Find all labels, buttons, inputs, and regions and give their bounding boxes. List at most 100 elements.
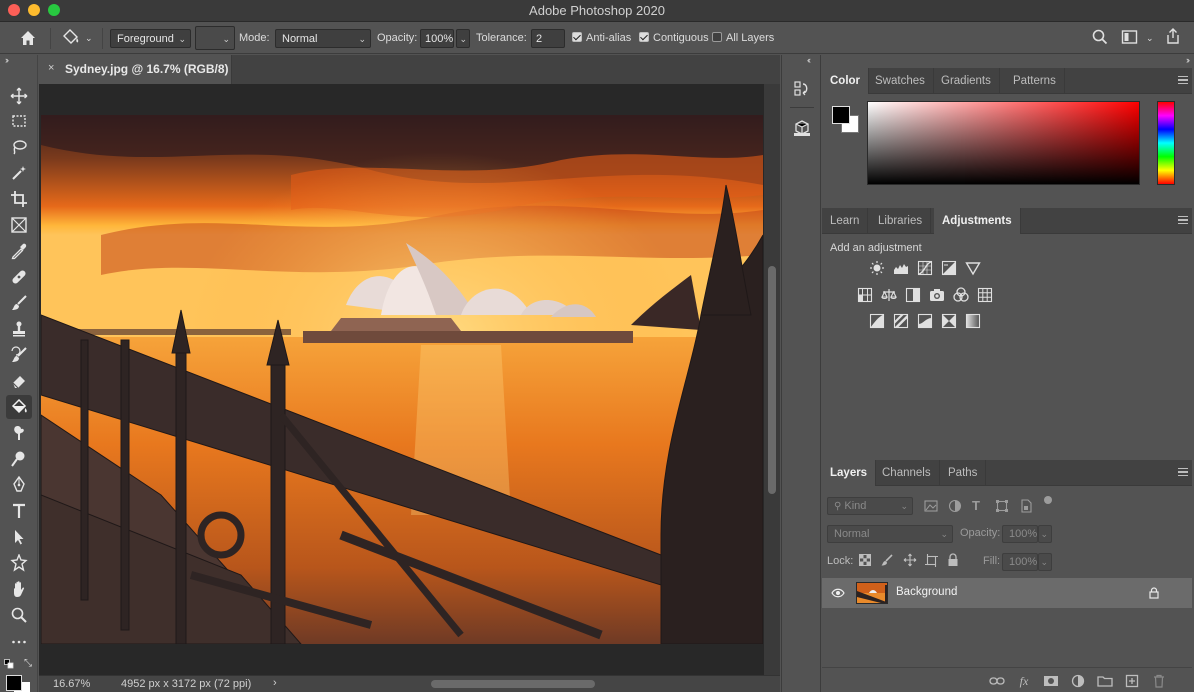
zoom-tool-icon[interactable] <box>6 603 32 627</box>
delete-layer-icon[interactable] <box>1151 673 1167 689</box>
mode-select[interactable]: Normal ⌄ <box>275 29 371 48</box>
custom-shape-tool-icon[interactable] <box>6 551 32 575</box>
opacity-input[interactable]: 100% <box>420 29 454 48</box>
curves-icon[interactable] <box>916 259 934 277</box>
home-icon[interactable] <box>18 28 38 47</box>
default-colors-icon[interactable] <box>4 659 14 669</box>
lock-transparent-icon[interactable] <box>859 554 871 569</box>
color-field[interactable] <box>867 101 1140 185</box>
more-tools-icon[interactable] <box>6 630 32 654</box>
zoom-level[interactable]: 16.67% <box>53 678 90 690</box>
foreground-color-swatch[interactable] <box>6 675 22 691</box>
contiguous-checkbox[interactable]: Contiguous <box>639 29 709 48</box>
hand-tool-icon[interactable] <box>6 577 32 601</box>
history-panel-icon[interactable] <box>790 77 814 101</box>
opacity-dropdown[interactable]: ⌄ <box>456 29 470 48</box>
healing-brush-tool-icon[interactable] <box>6 265 32 289</box>
panel-menu-icon[interactable] <box>1178 468 1188 476</box>
gradient-map-icon[interactable] <box>964 312 982 330</box>
color-panel-foreground-swatch[interactable] <box>832 106 850 124</box>
canvas-area[interactable] <box>39 84 764 675</box>
workspace-icon[interactable] <box>1121 29 1139 48</box>
tab-gradients[interactable]: Gradients <box>933 68 1000 94</box>
color-lookup-icon[interactable] <box>976 286 994 304</box>
color-balance-icon[interactable] <box>880 286 898 304</box>
layer-fill-input[interactable]: 100% <box>1002 553 1038 571</box>
layer-style-fx-icon[interactable]: fx <box>1016 673 1032 689</box>
tab-libraries[interactable]: Libraries <box>870 208 932 234</box>
photo-filter-icon[interactable] <box>928 286 946 304</box>
crop-tool-icon[interactable] <box>6 187 32 211</box>
lock-artboard-icon[interactable] <box>925 554 938 570</box>
properties-3d-icon[interactable] <box>790 116 814 140</box>
layer-opacity-dropdown[interactable]: ⌄ <box>1038 525 1052 543</box>
lock-all-icon[interactable] <box>947 553 959 570</box>
layer-name[interactable]: Background <box>896 586 957 598</box>
swap-colors-icon[interactable]: ⤡ <box>24 658 32 669</box>
blend-mode-select[interactable]: Normal ⌄ <box>827 525 953 543</box>
tab-paths[interactable]: Paths <box>940 460 987 486</box>
tab-layers[interactable]: Layers <box>822 460 877 486</box>
all-layers-checkbox[interactable]: All Layers <box>712 29 774 48</box>
vertical-scrollbar[interactable] <box>764 84 780 675</box>
filter-adjustment-icon[interactable] <box>948 499 962 516</box>
panel-menu-icon[interactable] <box>1178 76 1188 84</box>
new-group-icon[interactable] <box>1097 673 1113 689</box>
layer-row[interactable]: Background <box>822 578 1192 608</box>
filter-smart-object-icon[interactable] <box>1019 499 1033 516</box>
collapse-arrows-icon[interactable]: ‹‹ <box>807 55 811 65</box>
posterize-icon[interactable] <box>892 312 910 330</box>
selective-color-icon[interactable] <box>940 312 958 330</box>
chevron-down-icon[interactable]: ⌄ <box>1146 29 1154 48</box>
filter-shape-icon[interactable] <box>995 499 1009 516</box>
frame-tool-icon[interactable] <box>6 213 32 237</box>
brightness-contrast-icon[interactable] <box>868 259 886 277</box>
lock-pixels-icon[interactable] <box>881 554 893 569</box>
tab-channels[interactable]: Channels <box>874 460 940 486</box>
search-icon[interactable] <box>1091 28 1109 47</box>
lock-position-icon[interactable] <box>903 553 917 570</box>
eyedropper-tool-icon[interactable] <box>6 239 32 263</box>
tab-color[interactable]: Color <box>822 68 870 94</box>
layer-opacity-input[interactable]: 100% <box>1002 525 1038 543</box>
paint-bucket-preset-icon[interactable] <box>60 27 82 46</box>
marquee-tool-icon[interactable] <box>6 109 32 133</box>
layer-kind-filter[interactable]: ⚲ Kind ⌄ <box>827 497 913 515</box>
collapse-arrows-icon[interactable]: ›› <box>5 55 9 65</box>
vibrance-icon[interactable] <box>964 259 982 277</box>
pen-tool-icon[interactable] <box>6 473 32 497</box>
move-tool-icon[interactable] <box>6 84 32 108</box>
link-layers-icon[interactable] <box>989 673 1005 689</box>
brush-tool-icon[interactable] <box>6 291 32 315</box>
eraser-tool-icon[interactable] <box>6 369 32 393</box>
layer-fill-dropdown[interactable]: ⌄ <box>1038 553 1052 571</box>
chevron-down-icon[interactable]: ⌄ <box>85 29 93 48</box>
tab-adjustments[interactable]: Adjustments <box>934 208 1021 234</box>
new-adjustment-layer-icon[interactable] <box>1070 673 1086 689</box>
close-tab-icon[interactable]: × <box>48 62 54 74</box>
invert-icon[interactable] <box>868 312 886 330</box>
tab-patterns[interactable]: Patterns <box>1005 68 1065 94</box>
collapse-arrows-icon[interactable]: ›› <box>1186 55 1190 65</box>
eye-icon[interactable] <box>831 588 845 601</box>
hue-saturation-icon[interactable] <box>856 286 874 304</box>
tab-swatches[interactable]: Swatches <box>867 68 934 94</box>
paint-bucket-tool-icon[interactable] <box>6 395 32 419</box>
clone-stamp-tool-icon[interactable] <box>6 317 32 341</box>
threshold-icon[interactable] <box>916 312 934 330</box>
document-image[interactable] <box>41 115 763 644</box>
filter-type-icon[interactable]: T <box>972 498 980 513</box>
fill-source-select[interactable]: Foreground ⌄ <box>110 29 191 48</box>
horizontal-scroll-thumb[interactable] <box>431 680 595 688</box>
document-tab[interactable]: × Sydney.jpg @ 16.7% (RGB/8) <box>39 55 232 84</box>
add-mask-icon[interactable] <box>1043 673 1059 689</box>
filter-pixel-icon[interactable] <box>924 499 938 516</box>
history-brush-tool-icon[interactable] <box>6 343 32 367</box>
hue-slider[interactable] <box>1157 101 1175 185</box>
smudge-tool-icon[interactable] <box>6 421 32 445</box>
path-selection-tool-icon[interactable] <box>6 525 32 549</box>
panel-menu-icon[interactable] <box>1178 216 1188 224</box>
share-icon[interactable] <box>1164 27 1182 46</box>
new-layer-icon[interactable] <box>1124 673 1140 689</box>
vertical-scroll-thumb[interactable] <box>768 266 776 494</box>
